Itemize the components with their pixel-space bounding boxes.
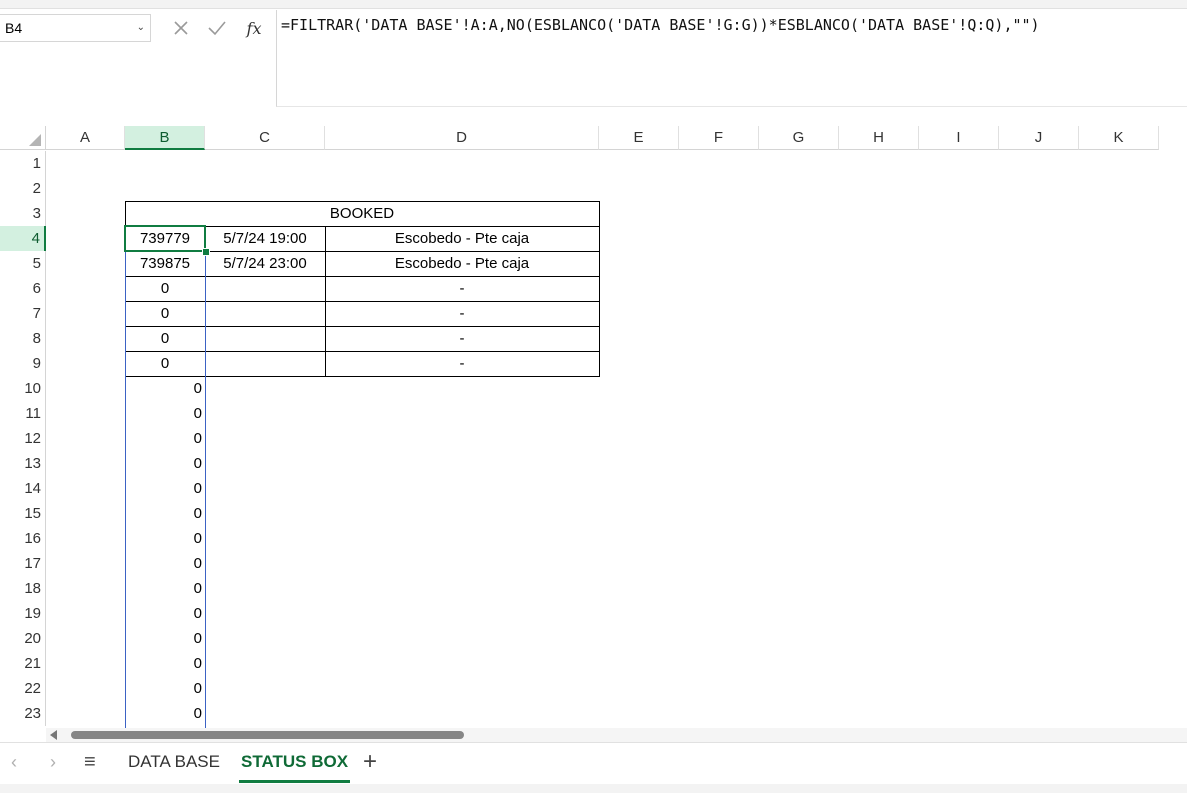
column-header-f[interactable]: F	[679, 126, 759, 150]
table-cell-date[interactable]	[205, 276, 325, 301]
formula-input[interactable]: =FILTRAR('DATA BASE'!A:A,NO(ESBLANCO('DA…	[276, 10, 1187, 107]
scroll-left-icon[interactable]	[50, 730, 57, 740]
table-cell-date[interactable]	[205, 326, 325, 351]
horizontal-scrollbar[interactable]	[46, 728, 1187, 742]
spill-cell[interactable]: 0	[125, 551, 205, 576]
column-header-k[interactable]: K	[1079, 126, 1159, 150]
name-box[interactable]: B4 ⌄	[0, 14, 151, 42]
row-header-8[interactable]: 8	[0, 326, 46, 351]
row-header-22[interactable]: 22	[0, 676, 46, 701]
name-box-value: B4	[5, 20, 23, 36]
row-header-17[interactable]: 17	[0, 551, 46, 576]
sheet-tab-data-base[interactable]: DATA BASE	[126, 743, 222, 783]
row-header-5[interactable]: 5	[0, 251, 46, 276]
row-header-2[interactable]: 2	[0, 176, 46, 201]
cancel-icon[interactable]	[169, 18, 193, 38]
table-cell-status[interactable]: Escobedo - Pte caja	[325, 251, 599, 276]
fx-icon: fx	[246, 18, 262, 38]
column-header-j[interactable]: J	[999, 126, 1079, 150]
window-bottom-strip	[0, 784, 1187, 793]
row-header-15[interactable]: 15	[0, 501, 46, 526]
row-header-21[interactable]: 21	[0, 651, 46, 676]
table-cell-status[interactable]: Escobedo - Pte caja	[325, 226, 599, 251]
column-header-i[interactable]: I	[919, 126, 999, 150]
row-header-6[interactable]: 6	[0, 276, 46, 301]
table-cell-id[interactable]: 0	[125, 301, 205, 326]
column-header-a[interactable]: A	[46, 126, 125, 150]
sheet-tab-status-box[interactable]: STATUS BOX	[239, 743, 351, 783]
row-header-9[interactable]: 9	[0, 351, 46, 376]
add-sheet-icon[interactable]: +	[363, 748, 377, 776]
insert-function-button[interactable]: fx	[242, 18, 266, 38]
formula-area-background	[0, 42, 276, 107]
prev-sheet-icon[interactable]: ‹	[4, 752, 24, 773]
table-cell-id[interactable]: 0	[125, 351, 205, 376]
column-header-b[interactable]: B	[125, 126, 205, 150]
row-header-12[interactable]: 12	[0, 426, 46, 451]
row-header-4[interactable]: 4	[0, 226, 46, 251]
column-header-e[interactable]: E	[599, 126, 679, 150]
sheet-tab-label: DATA BASE	[128, 752, 220, 771]
spill-cell[interactable]: 0	[125, 601, 205, 626]
spill-cell[interactable]: 0	[125, 476, 205, 501]
spill-cell[interactable]: 0	[125, 501, 205, 526]
row-header-19[interactable]: 19	[0, 601, 46, 626]
spill-cell[interactable]: 0	[125, 701, 205, 726]
table-cell-date[interactable]	[205, 351, 325, 376]
formula-text: =FILTRAR('DATA BASE'!A:A,NO(ESBLANCO('DA…	[281, 16, 1040, 34]
table-cell-date[interactable]	[205, 301, 325, 326]
spill-cell[interactable]: 0	[125, 376, 205, 401]
table-cell-date[interactable]: 5/7/24 23:00	[205, 251, 325, 276]
all-sheets-menu-icon[interactable]: ≡	[84, 751, 96, 774]
row-header-3[interactable]: 3	[0, 201, 46, 226]
formula-buttons: fx	[163, 14, 275, 42]
sheet-tab-bar: ‹ › ≡ DATA BASE STATUS BOX +	[0, 742, 1187, 784]
row-header-11[interactable]: 11	[0, 401, 46, 426]
sheet-tab-label: STATUS BOX	[241, 752, 349, 771]
row-header-14[interactable]: 14	[0, 476, 46, 501]
row-header-7[interactable]: 7	[0, 301, 46, 326]
spill-cell[interactable]: 0	[125, 401, 205, 426]
enter-check-icon[interactable]	[205, 18, 229, 38]
table-cell-id[interactable]: 739875	[125, 251, 205, 276]
spreadsheet-grid[interactable]: A B C D E F G H I J K 1 2 3 4 5 6 7 8 9 10 11 12 13 14 15 16 17 18 19…	[0, 126, 1187, 728]
spill-cell[interactable]: 0	[125, 576, 205, 601]
spill-cell[interactable]: 0	[125, 651, 205, 676]
column-header-c[interactable]: C	[205, 126, 325, 150]
select-all-icon	[29, 134, 41, 146]
table-cell-status[interactable]: -	[325, 351, 599, 376]
table-cell-status[interactable]: -	[325, 301, 599, 326]
spill-cell[interactable]: 0	[125, 426, 205, 451]
select-all-button[interactable]	[0, 126, 46, 150]
row-header-10[interactable]: 10	[0, 376, 46, 401]
table-cell-status[interactable]: -	[325, 276, 599, 301]
row-header-1[interactable]: 1	[0, 151, 46, 176]
scrollbar-thumb[interactable]	[71, 731, 464, 739]
row-header-23[interactable]: 23	[0, 701, 46, 726]
table-cell-date[interactable]: 5/7/24 19:00	[205, 226, 325, 251]
column-header-g[interactable]: G	[759, 126, 839, 150]
column-header-d[interactable]: D	[325, 126, 599, 150]
row-header-18[interactable]: 18	[0, 576, 46, 601]
row-header-16[interactable]: 16	[0, 526, 46, 551]
spill-cell[interactable]: 0	[125, 676, 205, 701]
spill-cell[interactable]: 0	[125, 626, 205, 651]
table-cell-status[interactable]: -	[325, 326, 599, 351]
column-header-h[interactable]: H	[839, 126, 919, 150]
spill-cell[interactable]: 0	[125, 526, 205, 551]
table-cell-id[interactable]: 739779	[125, 226, 205, 251]
table-cell-id[interactable]: 0	[125, 276, 205, 301]
table-header-booked[interactable]: BOOKED	[125, 201, 599, 226]
row-header-20[interactable]: 20	[0, 626, 46, 651]
row-header-13[interactable]: 13	[0, 451, 46, 476]
table-cell-id[interactable]: 0	[125, 326, 205, 351]
chevron-down-icon[interactable]: ⌄	[137, 15, 145, 41]
window-top-strip	[0, 0, 1187, 9]
spill-cell[interactable]: 0	[125, 451, 205, 476]
next-sheet-icon[interactable]: ›	[43, 752, 63, 773]
